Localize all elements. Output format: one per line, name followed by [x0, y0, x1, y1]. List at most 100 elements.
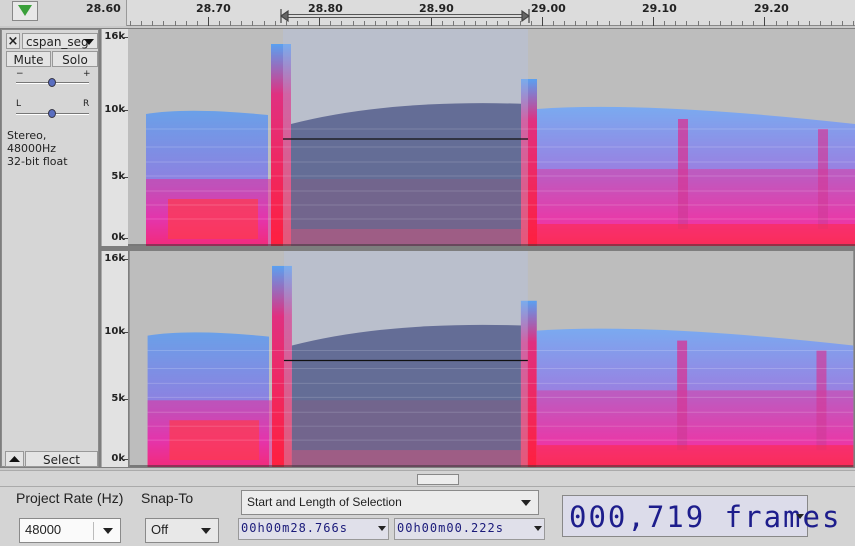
selection-range-bar[interactable]: [283, 14, 527, 18]
frequency-ruler-left-channel: 16k 10k 5k 0k: [101, 29, 128, 246]
ruler-tick: [308, 21, 309, 26]
ruler-tick: [553, 21, 554, 26]
ruler-tick: [586, 21, 587, 26]
triangle-up-icon: [9, 456, 20, 462]
ruler-tick: [230, 21, 231, 26]
ruler-tick: [597, 21, 598, 26]
project-rate-label: Project Rate (Hz): [16, 490, 124, 506]
chevron-down-icon: [103, 528, 113, 534]
freq-label: 16k: [104, 253, 125, 264]
ruler-tick: [731, 21, 732, 26]
spectrogram-channel-left[interactable]: [128, 29, 855, 246]
ruler-tick: [175, 21, 176, 26]
chevron-down-icon: [201, 528, 211, 534]
ruler-tick: [275, 21, 276, 26]
ruler-tick: [397, 21, 398, 26]
track-control-panel[interactable]: × cspan_seg Mute Solo − + L R Stereo, 48…: [1, 29, 99, 467]
collapse-track-button[interactable]: [5, 451, 24, 467]
ruler-tick: [341, 21, 342, 26]
ruler-tick: [297, 21, 298, 26]
track-info-bitdepth: 32-bit float: [7, 155, 68, 168]
chevron-down-icon: [534, 526, 542, 531]
ruler-tick: [508, 21, 509, 26]
solo-button[interactable]: Solo: [52, 51, 98, 67]
snap-to-value: Off: [151, 522, 169, 537]
frames-readout-field[interactable]: 000,719 frames: [562, 495, 839, 537]
ruler-tick: [764, 17, 765, 26]
ruler-tick: [419, 21, 420, 26]
ruler-tick: [241, 21, 242, 26]
ruler-tick: [475, 21, 476, 26]
ruler-tick: [330, 21, 331, 26]
ruler-tick: [375, 21, 376, 26]
project-rate-value: 48000: [25, 522, 62, 537]
ruler-tick: [675, 21, 676, 26]
mute-button[interactable]: Mute: [6, 51, 51, 67]
ruler-label: 28.70: [196, 2, 231, 15]
project-rate-combo[interactable]: 48000: [19, 518, 121, 543]
length-time-value: 00h00m00.222s: [397, 521, 504, 535]
track-name-menu[interactable]: cspan_seg: [22, 33, 98, 49]
ruler-tick: [787, 21, 788, 26]
pan-left-label: L: [16, 99, 22, 109]
ruler-tick: [542, 17, 543, 26]
ruler-tick: [798, 21, 799, 26]
select-track-button[interactable]: Select: [25, 451, 98, 467]
snap-to-label: Snap-To: [141, 490, 194, 506]
pinned-play-head-button[interactable]: [12, 1, 38, 21]
start-time-value: 00h00m28.766s: [241, 521, 348, 535]
ruler-tick: [575, 21, 576, 26]
ruler-tick: [319, 17, 320, 26]
pan-right-label: R: [83, 99, 90, 109]
ruler-tick: [698, 21, 699, 26]
freq-label: 0k: [111, 453, 125, 464]
scrollbar-thumb[interactable]: [417, 474, 459, 485]
ruler-tick: [141, 21, 142, 26]
selection-start-time[interactable]: 00h00m28.766s: [238, 518, 389, 540]
chevron-down-icon: [796, 514, 804, 519]
ruler-tick: [609, 21, 610, 26]
freq-label: 0k: [111, 232, 125, 243]
ruler-tick: [464, 21, 465, 26]
ruler-tick: [130, 21, 131, 26]
ruler-tick: [709, 21, 710, 26]
chevron-down-icon: [521, 500, 531, 506]
selection-start-marker-icon[interactable]: [280, 9, 289, 23]
horizontal-scrollbar[interactable]: [0, 470, 855, 486]
ruler-tick: [620, 21, 621, 26]
ruler-tick: [364, 21, 365, 26]
selection-length-time[interactable]: 00h00m00.222s: [394, 518, 545, 540]
ruler-tick: [531, 21, 532, 26]
ruler-tick: [853, 21, 854, 26]
timeline-ruler[interactable]: 28.60 28.70 28.80 28.90 29.00 29.10 29.2…: [0, 0, 855, 26]
track-info-format: Stereo, 48000Hz: [7, 129, 57, 155]
ruler-label: 29.20: [754, 2, 789, 15]
ruler-label: 29.10: [642, 2, 677, 15]
ruler-tick: [431, 17, 432, 26]
ruler-tick: [197, 21, 198, 26]
ruler-tick: [831, 21, 832, 26]
frequency-ruler-right-channel: 16k 10k 5k 0k: [101, 251, 128, 467]
selection-mode-combo[interactable]: Start and Length of Selection: [241, 490, 539, 515]
close-track-button[interactable]: ×: [6, 33, 20, 49]
selection-mode-value: Start and Length of Selection: [247, 495, 402, 509]
ruler-tick: [720, 21, 721, 26]
ruler-tick: [631, 21, 632, 26]
spectrogram-channel-right[interactable]: [128, 251, 855, 467]
ruler-tick: [408, 21, 409, 26]
ruler-tick: [186, 21, 187, 26]
close-icon: ×: [7, 34, 19, 49]
pan-slider-knob[interactable]: [48, 109, 56, 118]
ruler-tick: [386, 21, 387, 26]
freq-label: 5k: [111, 393, 125, 404]
ruler-tick: [453, 21, 454, 26]
ruler-tick: [442, 21, 443, 26]
selection-end-marker-icon[interactable]: [521, 9, 530, 23]
gain-plus-label: +: [83, 69, 91, 79]
ruler-tick: [664, 21, 665, 26]
gain-slider-knob[interactable]: [48, 78, 56, 87]
ruler-tick: [208, 17, 209, 26]
ruler-label: 29.00: [531, 2, 566, 15]
snap-to-combo[interactable]: Off: [145, 518, 219, 543]
ruler-tick: [353, 21, 354, 26]
